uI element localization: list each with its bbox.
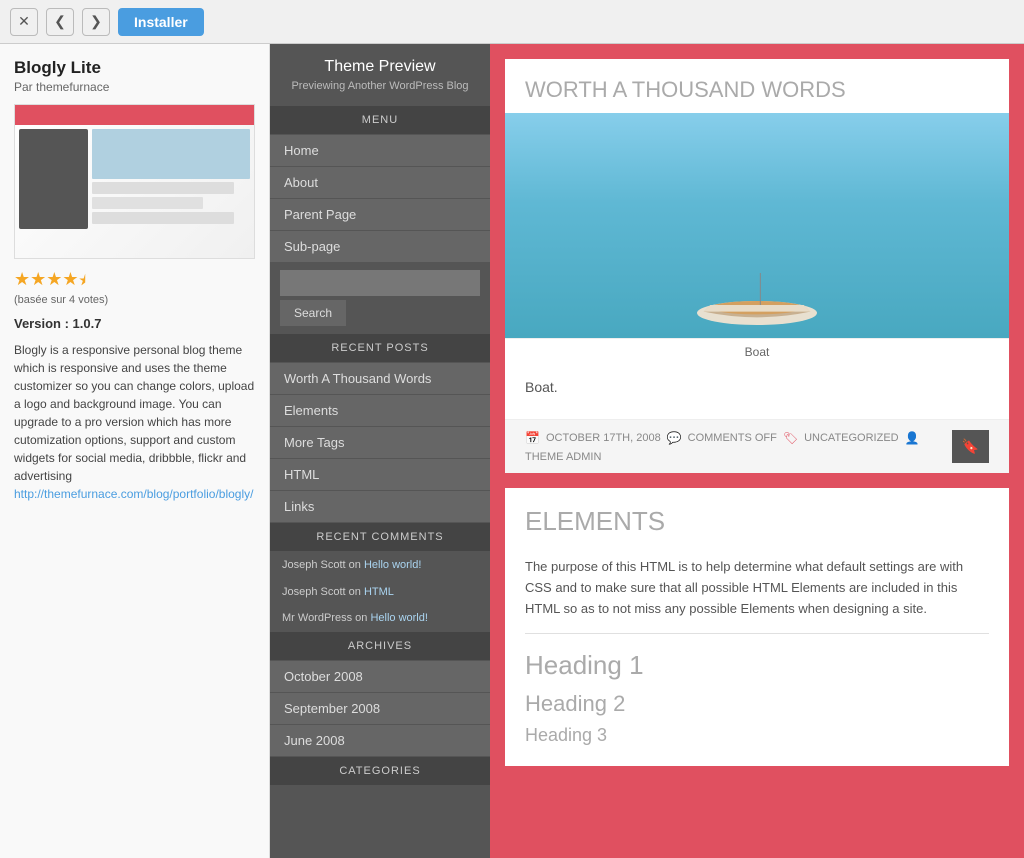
heading-1: Heading 1	[525, 644, 989, 687]
sidebar-item-sub-page[interactable]: Sub-page	[270, 231, 490, 262]
post-comments: COMMENTS OFF	[688, 432, 777, 444]
image-caption-1: Boat	[505, 338, 1009, 365]
main-container: Blogly Lite Par themefurnace ★★★★⯨	[0, 44, 1024, 858]
theme-author: Par themefurnace	[14, 80, 255, 94]
description-text: Blogly is a responsive personal blog the…	[14, 341, 255, 503]
forward-button[interactable]: ❯	[82, 8, 110, 36]
menu-header: MENU	[270, 106, 490, 134]
sidebar-item-post-2[interactable]: Elements	[270, 395, 490, 426]
sidebar-item-archive-3[interactable]: June 2008	[270, 725, 490, 756]
back-button[interactable]: ❮	[46, 8, 74, 36]
comment-link-3[interactable]: Hello world!	[370, 612, 427, 624]
sidebar-item-archive-2[interactable]: September 2008	[270, 693, 490, 724]
half-star-icon: ⯨	[79, 272, 86, 288]
calendar-icon: 📅	[525, 431, 540, 445]
comment-item-3: Mr WordPress on Hello world!	[270, 605, 490, 632]
sidebar-item-post-3[interactable]: More Tags	[270, 427, 490, 458]
left-panel: Blogly Lite Par themefurnace ★★★★⯨	[0, 44, 270, 858]
elements-description: The purpose of this HTML is to help dete…	[525, 557, 989, 619]
sidebar-item-archive-1[interactable]: October 2008	[270, 661, 490, 692]
recent-comments-header: RECENT COMMENTS	[270, 523, 490, 551]
post-date: OCTOBER 17TH, 2008	[546, 432, 661, 444]
author-icon: 👤	[905, 431, 920, 445]
sidebar-item-about[interactable]: About	[270, 167, 490, 198]
sidebar-panel: Theme Preview Previewing Another WordPre…	[270, 44, 490, 858]
stars-icon: ★★★★	[14, 269, 79, 289]
categories-header: CATEGORIES	[270, 757, 490, 785]
version-text: Version : 1.0.7	[14, 316, 255, 331]
sidebar-title: Theme Preview	[270, 44, 490, 80]
search-button[interactable]: Search	[280, 300, 346, 326]
content-panel: WORTH A THOUSAND WORDS Boat	[490, 44, 1024, 858]
post-category: UNCATEGORIZED	[804, 432, 899, 444]
comment-item-1: Joseph Scott on Hello world!	[270, 552, 490, 579]
archives-header: ARCHIVES	[270, 632, 490, 660]
post-author: THEME ADMIN	[525, 451, 601, 463]
post-image-1	[505, 113, 1009, 338]
post-card-2: ELEMENTS The purpose of this HTML is to …	[505, 488, 1009, 766]
recent-posts-header: RECENT POSTS	[270, 334, 490, 362]
post-body-2: The purpose of this HTML is to help dete…	[505, 547, 1009, 766]
theme-title: Blogly Lite	[14, 58, 255, 78]
boat-svg	[657, 248, 857, 338]
elements-divider	[525, 633, 989, 634]
post-body-1: Boat.	[505, 365, 1009, 419]
bookmark-button[interactable]: 🔖	[952, 430, 989, 463]
post-meta-1: 📅 OCTOBER 17TH, 2008 💬 COMMENTS OFF 🏷 UN…	[505, 419, 1009, 473]
sidebar-item-post-5[interactable]: Links	[270, 491, 490, 522]
search-input[interactable]	[280, 270, 480, 296]
post-meta-left-1: 📅 OCTOBER 17TH, 2008 💬 COMMENTS OFF 🏷 UN…	[525, 431, 944, 463]
install-button[interactable]: Installer	[118, 8, 204, 36]
post-card-1: WORTH A THOUSAND WORDS Boat	[505, 59, 1009, 473]
sidebar-item-post-1[interactable]: Worth A Thousand Words	[270, 363, 490, 394]
sidebar-item-home[interactable]: Home	[270, 135, 490, 166]
star-rating: ★★★★⯨	[14, 269, 255, 294]
post-title-1: WORTH A THOUSAND WORDS	[505, 59, 1009, 113]
theme-preview-image	[14, 104, 255, 259]
sidebar-subtitle: Previewing Another WordPress Blog	[270, 80, 490, 106]
sidebar-item-post-4[interactable]: HTML	[270, 459, 490, 490]
comment-link-1[interactable]: Hello world!	[364, 559, 421, 571]
sidebar-item-parent-page[interactable]: Parent Page	[270, 199, 490, 230]
comment-icon: 💬	[667, 431, 682, 445]
comment-item-2: Joseph Scott on HTML	[270, 579, 490, 606]
post-title-2: ELEMENTS	[505, 488, 1009, 547]
comment-link-2[interactable]: HTML	[364, 586, 394, 598]
theme-link[interactable]: http://themefurnace.com/blog/portfolio/b…	[14, 487, 253, 501]
rating-text: (basée sur 4 votes)	[14, 294, 255, 306]
heading-3: Heading 3	[525, 721, 989, 750]
toolbar: ✕ ❮ ❯ Installer	[0, 0, 1024, 44]
close-button[interactable]: ✕	[10, 8, 38, 36]
heading-2: Heading 2	[525, 687, 989, 721]
category-icon: 🏷	[783, 431, 798, 445]
